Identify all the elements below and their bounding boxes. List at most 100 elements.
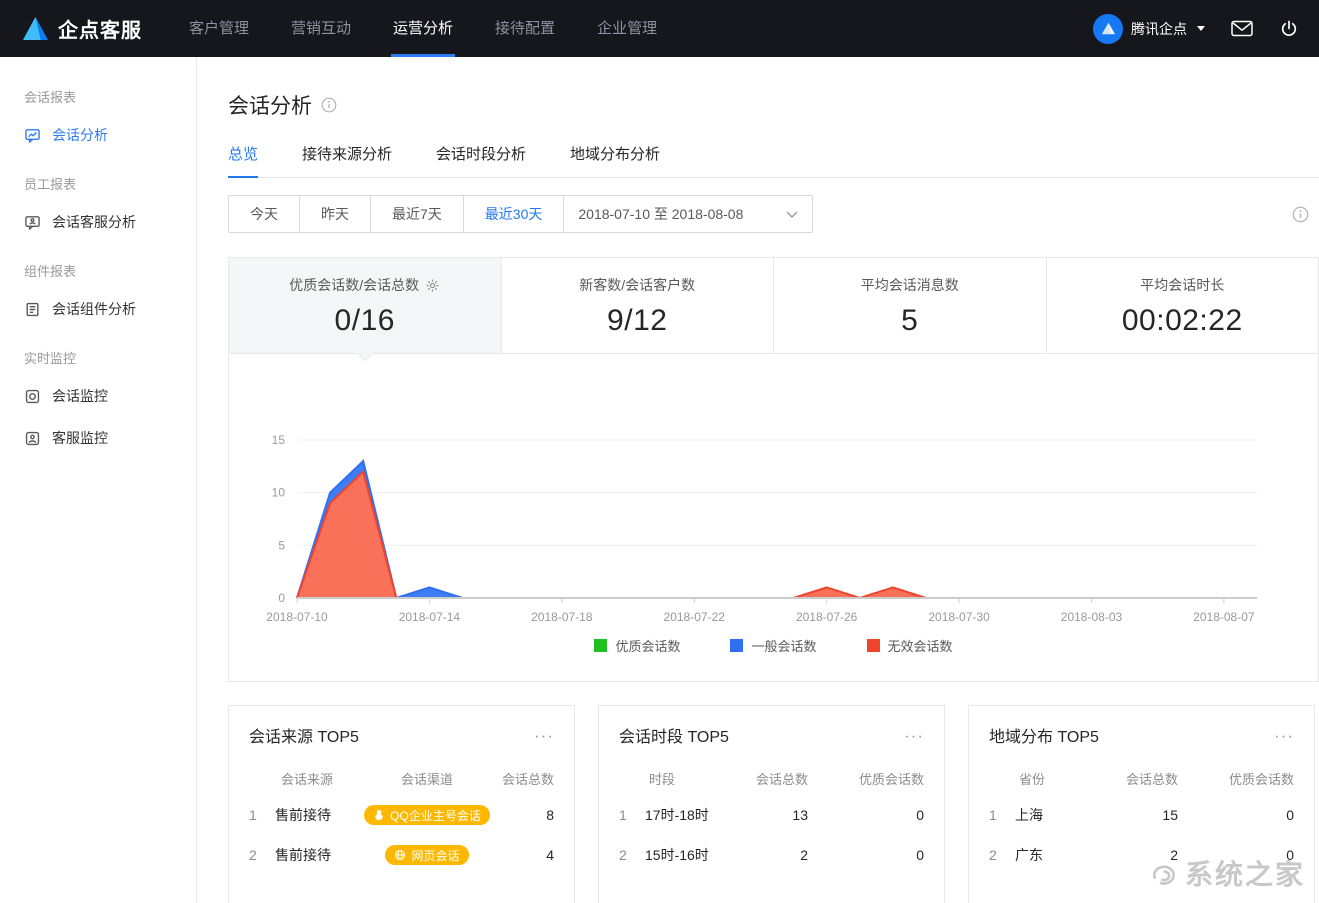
stat-value: 9/12 [502, 304, 774, 338]
filter-yesterday-button[interactable]: 昨天 [299, 195, 371, 233]
quality-session-count: 0 [808, 847, 924, 863]
info-icon[interactable] [1292, 206, 1309, 223]
sidebar-section-component-reports: 组件报表 [0, 243, 196, 288]
session-count: 2 [720, 847, 808, 863]
sidebar-item-session-monitor[interactable]: 会话监控 [0, 375, 196, 417]
table-row[interactable]: 1 售前接待 QQ企业主号会话 8 [249, 795, 554, 835]
column-header: 优质会话数 [1178, 769, 1294, 788]
session-count: 15 [1090, 807, 1178, 823]
svg-text:0: 0 [278, 591, 285, 605]
svg-text:2018-08-07: 2018-08-07 [1193, 610, 1255, 624]
source-label: 售前接待 [275, 845, 331, 865]
column-header: 优质会话数 [808, 769, 924, 788]
sidebar-item-agent-session-analysis[interactable]: 会话客服分析 [0, 201, 196, 243]
filter-last30days-button[interactable]: 最近30天 [463, 195, 565, 233]
card-session-source-top5: 会话来源 TOP5 ··· 会话来源 会话渠道 会话总数 1 售前接待 [228, 705, 575, 903]
stats-row: 优质会话数/会话总数 0/16 新客数/会话客户数 9/12 [229, 258, 1318, 354]
stat-card-quality-vs-total-sessions[interactable]: 优质会话数/会话总数 0/16 [229, 258, 502, 353]
table-row[interactable]: 2 售前接待 网页会话 4 [249, 835, 554, 875]
period-label: 15时-16时 [645, 845, 709, 865]
more-icon[interactable]: ··· [534, 727, 554, 744]
filter-today-button[interactable]: 今天 [228, 195, 300, 233]
date-range-value: 2018-07-10 至 2018-08-08 [578, 204, 743, 224]
rank: 1 [989, 807, 1003, 823]
nav-item-reception-config[interactable]: 接待配置 [479, 0, 571, 57]
stat-title: 平均会话时长 [1140, 275, 1224, 295]
sidebar-item-agent-monitor[interactable]: 客服监控 [0, 417, 196, 459]
account-menu[interactable]: 腾讯企点 [1093, 14, 1205, 44]
chevron-down-icon [786, 211, 798, 218]
column-header: 会话总数 [1090, 769, 1178, 788]
session-count: 2 [1090, 847, 1178, 863]
session-monitor-icon [24, 388, 41, 405]
mail-icon[interactable] [1231, 20, 1253, 37]
table-row[interactable]: 2 15时-16时 2 0 [619, 835, 924, 875]
qidian-logo-icon [22, 16, 49, 41]
card-title: 地域分布 TOP5 [989, 723, 1099, 747]
sidebar-item-session-analysis[interactable]: 会话分析 [0, 114, 196, 156]
card-title: 会话时段 TOP5 [619, 723, 729, 747]
sidebar-item-label: 会话组件分析 [52, 299, 136, 319]
legend-item-normal-sessions[interactable]: 一般会话数 [730, 636, 816, 655]
agent-monitor-icon [24, 430, 41, 447]
table-row[interactable]: 1 17时-18时 13 0 [619, 795, 924, 835]
session-source-table: 会话来源 会话渠道 会话总数 1 售前接待 [249, 761, 554, 875]
info-icon[interactable] [321, 97, 337, 113]
region-distribution-table: 省份 会话总数 优质会话数 1 上海 15 0 2 [989, 761, 1294, 875]
svg-text:2018-08-03: 2018-08-03 [1061, 610, 1123, 624]
column-header: 会话总数 [720, 769, 808, 788]
main-nav: 客户管理 营销互动 运营分析 接待配置 企业管理 [168, 0, 678, 57]
svg-text:10: 10 [272, 486, 286, 500]
tab-reception-source-analysis[interactable]: 接待来源分析 [302, 143, 392, 177]
filter-last7days-button[interactable]: 最近7天 [370, 195, 464, 233]
chevron-down-icon [1197, 26, 1205, 31]
more-icon[interactable]: ··· [1274, 727, 1294, 744]
nav-item-customer-management[interactable]: 客户管理 [173, 0, 265, 57]
sidebar-item-component-analysis[interactable]: 会话组件分析 [0, 288, 196, 330]
legend-item-quality-sessions[interactable]: 优质会话数 [594, 636, 680, 655]
session-count: 13 [720, 807, 808, 823]
legend-label: 优质会话数 [615, 636, 680, 655]
avatar [1093, 14, 1123, 44]
nav-item-enterprise-management[interactable]: 企业管理 [581, 0, 673, 57]
tab-session-period-analysis[interactable]: 会话时段分析 [436, 143, 526, 177]
more-icon[interactable]: ··· [904, 727, 924, 744]
web-icon [394, 849, 406, 861]
topbar: 企点客服 客户管理 营销互动 运营分析 接待配置 企业管理 腾讯企点 [0, 0, 1319, 57]
legend-item-invalid-sessions[interactable]: 无效会话数 [867, 636, 953, 655]
quality-session-count: 0 [1178, 807, 1294, 823]
badge-label: QQ企业主号会话 [390, 807, 481, 824]
app-logo[interactable]: 企点客服 [22, 14, 142, 43]
nav-item-operations-analysis[interactable]: 运营分析 [377, 0, 469, 57]
legend-swatch-red [867, 639, 880, 652]
tab-region-distribution-analysis[interactable]: 地域分布分析 [570, 143, 660, 177]
app-title: 企点客服 [58, 14, 142, 43]
column-header: 会话总数 [502, 769, 554, 788]
stat-card-avg-session-messages[interactable]: 平均会话消息数 5 [774, 258, 1047, 353]
sidebar-item-label: 客服监控 [52, 428, 108, 448]
svg-text:2018-07-18: 2018-07-18 [531, 610, 593, 624]
table-row[interactable]: 1 上海 15 0 [989, 795, 1294, 835]
gear-icon[interactable] [425, 278, 440, 293]
stat-card-avg-session-duration[interactable]: 平均会话时长 00:02:22 [1047, 258, 1319, 353]
stat-card-new-customers-vs-session-customers[interactable]: 新客数/会话客户数 9/12 [502, 258, 775, 353]
sidebar-item-label: 会话监控 [52, 386, 108, 406]
table-row[interactable]: 2 广东 2 0 [989, 835, 1294, 875]
session-count: 4 [502, 847, 554, 863]
date-range-picker[interactable]: 2018-07-10 至 2018-08-08 [563, 195, 813, 233]
nav-item-marketing-interaction[interactable]: 营销互动 [275, 0, 367, 57]
tab-overview[interactable]: 总览 [228, 143, 258, 177]
analysis-tabs: 总览 接待来源分析 会话时段分析 地域分布分析 [228, 143, 1319, 178]
date-filter-row: 今天 昨天 最近7天 最近30天 2018-07-10 至 2018-08-08 [228, 195, 1319, 233]
period-label: 17时-18时 [645, 805, 709, 825]
stat-title: 优质会话数/会话总数 [289, 275, 419, 295]
quality-session-count: 0 [1178, 847, 1294, 863]
sidebar-section-realtime-monitor: 实时监控 [0, 330, 196, 375]
rank: 1 [249, 807, 263, 823]
session-period-table: 时段 会话总数 优质会话数 1 17时-18时 13 0 [619, 761, 924, 875]
stat-value: 5 [774, 304, 1046, 338]
chart-area: 0510152018-07-102018-07-142018-07-182018… [229, 354, 1318, 630]
logout-icon[interactable] [1279, 19, 1299, 39]
sidebar-item-label: 会话分析 [52, 125, 108, 145]
sidebar: 会话报表 会话分析 员工报表 会话客服分析 [0, 57, 197, 903]
